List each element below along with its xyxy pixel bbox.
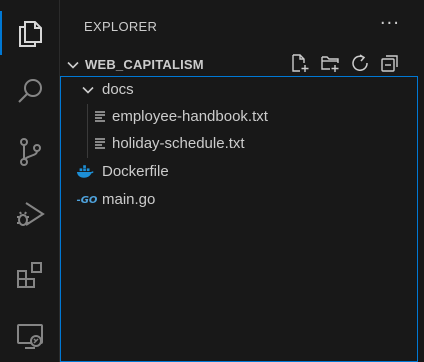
text-file-icon: [91, 135, 109, 153]
tree-item-label: employee-handbook.txt: [112, 108, 268, 125]
remote-explorer-activity-button[interactable]: [0, 308, 60, 362]
search-activity-button[interactable]: [0, 63, 60, 119]
run-debug-icon: [14, 199, 46, 229]
activity-bar: [0, 0, 60, 362]
source-control-icon: [16, 137, 44, 167]
refresh-icon: [350, 53, 370, 77]
run-debug-activity-button[interactable]: [0, 186, 60, 242]
section-actions: [288, 52, 402, 78]
explorer-header: EXPLORER ···: [60, 0, 424, 52]
chevron-down-icon: [64, 56, 82, 74]
tree-item-holiday-schedule[interactable]: holiday-schedule.txt: [61, 131, 417, 158]
more-actions-button[interactable]: ···: [380, 14, 400, 34]
extensions-icon: [15, 260, 45, 290]
tree-item-label: Dockerfile: [102, 163, 169, 180]
remote-explorer-icon: [15, 321, 45, 351]
refresh-button[interactable]: [348, 53, 372, 77]
tree-item-dockerfile[interactable]: Dockerfile: [61, 159, 417, 186]
source-control-activity-button[interactable]: [0, 124, 60, 180]
files-icon: [16, 18, 44, 48]
explorer-activity-button[interactable]: [0, 5, 60, 61]
search-icon: [16, 77, 44, 105]
workspace-section-header[interactable]: WEB_CAPITALISM: [60, 52, 424, 78]
new-file-icon: [290, 53, 310, 77]
collapse-all-button[interactable]: [378, 53, 402, 77]
chevron-down-icon: [79, 81, 97, 99]
collapse-all-icon: [380, 53, 400, 77]
tree-item-main-go[interactable]: -GO main.go: [61, 187, 417, 214]
new-folder-button[interactable]: [318, 53, 342, 77]
explorer-title: EXPLORER: [84, 18, 158, 34]
new-file-button[interactable]: [288, 53, 312, 77]
workspace-title: WEB_CAPITALISM: [85, 57, 204, 72]
explorer-sidebar: EXPLORER ··· WEB_CAPITALISM docs employe…: [60, 0, 424, 362]
go-file-icon: -GO: [76, 194, 98, 206]
vscode-window: EXPLORER ··· WEB_CAPITALISM docs employe…: [0, 0, 424, 362]
extensions-activity-button[interactable]: [0, 247, 60, 303]
file-tree: docs employee-handbook.txt holiday-sched…: [60, 76, 418, 362]
text-file-icon: [91, 108, 109, 126]
tree-item-label: holiday-schedule.txt: [112, 135, 245, 152]
tree-item-label: docs: [102, 81, 134, 98]
docker-icon: [76, 163, 94, 181]
tree-item-docs-folder[interactable]: docs: [61, 77, 417, 104]
new-folder-icon: [320, 53, 340, 77]
tree-item-label: main.go: [102, 191, 156, 208]
tree-item-employee-handbook[interactable]: employee-handbook.txt: [61, 104, 417, 131]
